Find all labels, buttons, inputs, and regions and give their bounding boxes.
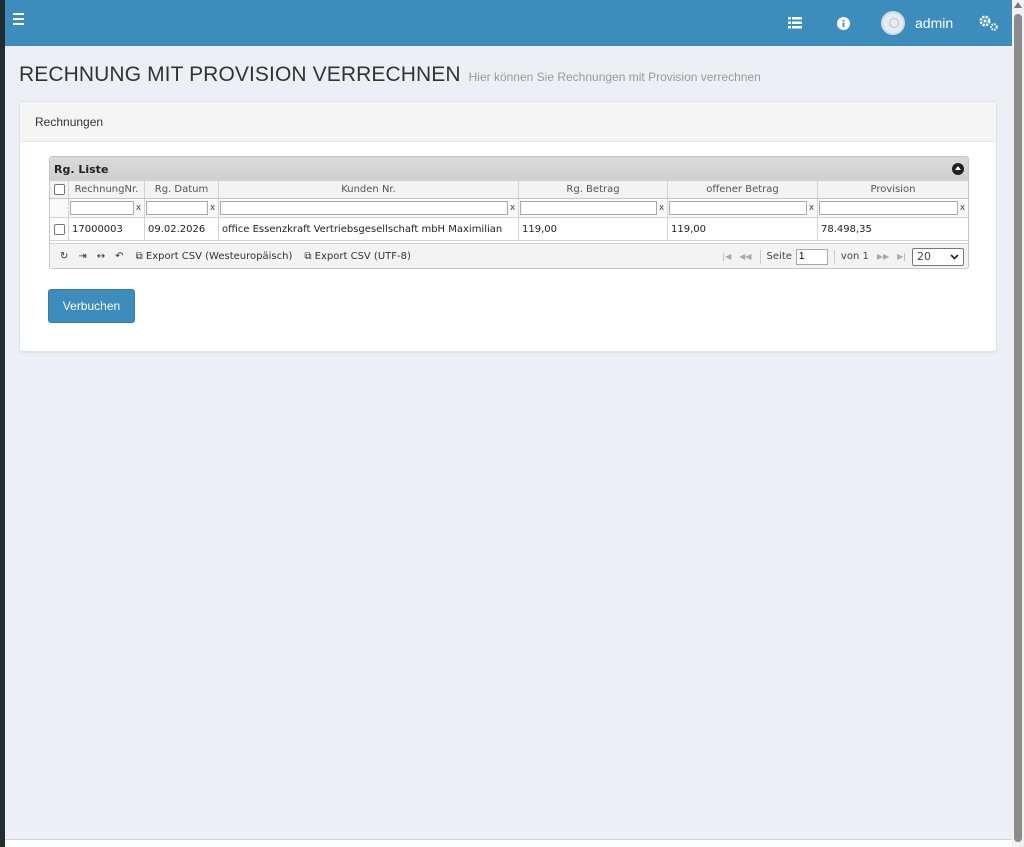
footer	[5, 840, 1012, 847]
invoice-grid: Rg. Liste RechnungNr. Rg. Datum Kunden N…	[49, 156, 969, 269]
export-icon: ⧉	[304, 251, 312, 262]
filter-spacer	[50, 199, 69, 217]
cell-rg-betrag: 119,00	[519, 218, 668, 240]
filter-rg-betrag-input[interactable]	[520, 201, 657, 215]
menu-icon[interactable]	[13, 13, 33, 33]
export-west-label: Export CSV (Westeuropäisch)	[145, 251, 293, 262]
clear-filter-button[interactable]: x	[134, 203, 143, 213]
pager-separator	[833, 249, 835, 264]
column-header-kunden-nr[interactable]: Kunden Nr.	[219, 181, 519, 198]
page-count-label: von 1	[840, 251, 869, 262]
filter-cell: x	[668, 199, 818, 217]
column-header-rg-betrag[interactable]: Rg. Betrag	[519, 181, 668, 198]
filter-cell: x	[145, 199, 219, 217]
refresh-icon[interactable]: ↻	[60, 251, 68, 262]
column-header-rechnungnr[interactable]: RechnungNr.	[69, 181, 145, 198]
user-menu[interactable]: admin	[881, 11, 953, 35]
clear-filter-button[interactable]: x	[508, 203, 517, 213]
page-title: RECHNUNG MIT PROVISION VERRECHNEN	[19, 63, 461, 86]
page-scrollbar[interactable]	[1012, 0, 1024, 847]
row-select-cell	[50, 218, 69, 240]
chevron-down-icon	[950, 253, 959, 260]
export-csv-utf8-button[interactable]: ⧉ Export CSV (UTF-8)	[304, 251, 411, 262]
grid-caption-label: Rg. Liste	[54, 162, 109, 176]
top-navbar: admin	[5, 0, 1012, 46]
filter-offener-betrag-input[interactable]	[669, 201, 807, 215]
sidebar-strip	[0, 0, 5, 847]
collapse-icon[interactable]	[952, 163, 964, 175]
rows-per-page-value: 20	[917, 250, 931, 263]
first-page-icon[interactable]: |◀	[722, 252, 731, 261]
export-utf8-label: Export CSV (UTF-8)	[314, 251, 411, 262]
clear-filter-button[interactable]: x	[807, 203, 816, 213]
page-header: RECHNUNG MIT PROVISION VERRECHNEN Hier k…	[19, 63, 761, 87]
page-label: Seite	[766, 251, 792, 262]
user-name: admin	[915, 15, 954, 31]
rows-per-page-select[interactable]: 20	[912, 247, 964, 266]
filter-cell: x	[818, 199, 968, 217]
page-number-input[interactable]	[795, 248, 828, 265]
next-page-icon[interactable]: ▶▶	[877, 252, 889, 261]
verbuchen-button[interactable]: Verbuchen	[48, 289, 135, 323]
pin-columns-icon[interactable]: ⇥	[78, 251, 86, 262]
undo-icon[interactable]: ↶	[115, 251, 123, 262]
export-csv-westeuropean-button[interactable]: ⧉ Export CSV (Westeuropäisch)	[136, 251, 293, 262]
resize-columns-icon[interactable]: ↔	[97, 251, 105, 262]
scroll-up-arrow-icon[interactable]	[1014, 2, 1022, 8]
select-all-checkbox[interactable]	[53, 184, 65, 195]
prev-page-icon[interactable]: ◀◀	[739, 252, 751, 261]
clear-filter-button[interactable]: x	[208, 203, 217, 213]
grid-caption: Rg. Liste	[50, 157, 968, 181]
page-subtitle: Hier können Sie Rechnungen mit Provision…	[468, 70, 761, 84]
cell-kunden-nr: office Essenzkraft Vertriebsgesellschaft…	[219, 218, 519, 240]
filter-kunden-nr-input[interactable]	[220, 201, 508, 215]
cell-offener-betrag: 119,00	[668, 218, 818, 240]
filter-cell: x	[69, 199, 145, 217]
avatar	[881, 11, 905, 35]
table-row[interactable]: 17000003 09.02.2026 office Essenzkraft V…	[50, 218, 968, 241]
info-icon[interactable]	[835, 12, 851, 34]
filter-cell: x	[519, 199, 668, 217]
clear-filter-button[interactable]: x	[657, 203, 666, 213]
cell-provision: 78.498,35	[821, 223, 872, 235]
filter-rechnungnr-input[interactable]	[70, 201, 134, 215]
row-checkbox[interactable]	[53, 223, 65, 235]
select-all-cell	[50, 181, 69, 198]
filter-cell: x	[219, 199, 519, 217]
last-page-icon[interactable]: ▶|	[897, 252, 906, 261]
grid-filter-row: x x x x x x	[50, 199, 968, 218]
clear-filter-button[interactable]: x	[958, 203, 967, 213]
list-icon[interactable]	[787, 12, 803, 34]
cell-rg-datum: 09.02.2026	[145, 218, 219, 240]
filter-provision-input[interactable]	[819, 201, 958, 215]
grid-header-row: RechnungNr. Rg. Datum Kunden Nr. Rg. Bet…	[50, 181, 968, 199]
grid-pager: ↻ ⇥ ↔ ↶ ⧉ Export CSV (Westeuropäisch) ⧉ …	[50, 243, 968, 268]
cell-rechnungnr: 17000003	[69, 218, 145, 240]
filter-rg-datum-input[interactable]	[146, 201, 208, 215]
column-header-rg-datum[interactable]: Rg. Datum	[145, 181, 219, 198]
column-header-provision[interactable]: Provision	[818, 181, 968, 198]
box-header: Rechnungen	[20, 102, 996, 142]
pager-separator	[759, 249, 761, 264]
scroll-thumb[interactable]	[1014, 14, 1022, 842]
column-header-offener-betrag[interactable]: offener Betrag	[668, 181, 818, 198]
export-icon: ⧉	[135, 251, 143, 262]
gears-icon[interactable]	[977, 12, 1001, 34]
